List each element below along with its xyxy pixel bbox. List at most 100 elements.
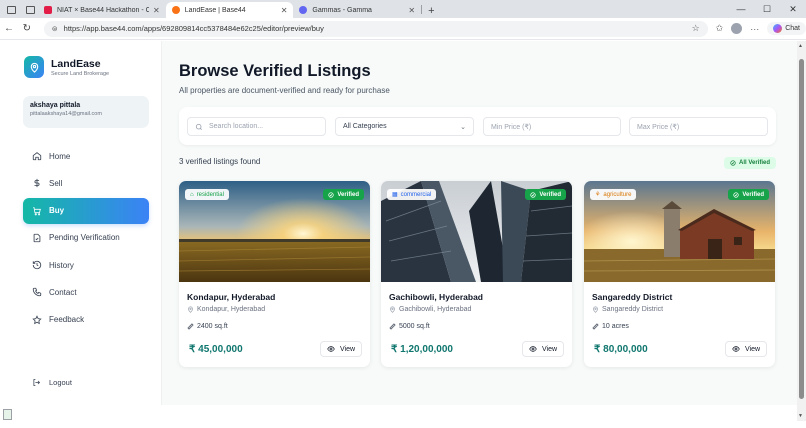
broken-image-icon [3, 409, 12, 420]
vertical-tabs-icon[interactable] [22, 2, 38, 18]
tab-favicon-icon [299, 6, 308, 14]
user-email: pittalaakshaya14@gmail.com [30, 111, 102, 117]
listing-card[interactable]: ⚘ agriculture Verified Sangareddy Distri… [584, 181, 775, 367]
view-button[interactable]: View [725, 341, 767, 357]
ruler-icon [187, 323, 194, 330]
listing-area-text: 2400 sq.ft [197, 323, 228, 330]
listing-location: Kondapur, Hyderabad [187, 306, 265, 313]
map-pin-logo-icon [24, 56, 44, 78]
bottom-strip [0, 405, 797, 428]
tab-close-icon[interactable]: ✕ [153, 6, 160, 15]
view-button[interactable]: View [522, 341, 564, 357]
listing-location-text: Sangareddy District [602, 306, 664, 313]
listing-count: 3 verified listings found [179, 157, 261, 166]
view-button[interactable]: View [320, 341, 362, 357]
tab-favicon-icon [171, 6, 180, 14]
tab-close-icon[interactable]: ✕ [281, 6, 288, 15]
category-select[interactable]: All Categories ⌄ [335, 117, 474, 136]
verified-badge: Verified [525, 189, 566, 200]
ruler-icon [592, 323, 599, 330]
tab-close-icon[interactable]: ✕ [408, 6, 415, 15]
listing-image: ⚘ agriculture Verified [584, 181, 775, 282]
listing-card[interactable]: ⌂ residential Verified Kondapur, Hyderab… [179, 181, 370, 367]
tab-favicon-icon [44, 6, 52, 14]
sidebar-item-label: Feedback [49, 315, 85, 325]
sprout-icon: ⚘ [595, 192, 601, 198]
browser-tab-landease[interactable]: LandEase | Base44 ✕ [165, 2, 294, 18]
category-value: All Categories [343, 123, 387, 130]
app-root: LandEase Secure Land Brokerage akshaya p… [0, 41, 797, 405]
copilot-chat-button[interactable]: Chat [767, 22, 806, 35]
site-info-icon[interactable]: ⊜ [52, 25, 58, 33]
chevron-down-icon: ⌄ [460, 123, 466, 131]
dollar-icon [32, 178, 42, 188]
brand[interactable]: LandEase Secure Land Brokerage [24, 56, 109, 78]
tab-actions-icon[interactable] [3, 2, 19, 18]
sidebar-item-contact[interactable]: Contact [23, 279, 149, 305]
minimize-icon[interactable]: — [728, 0, 754, 18]
sidebar-item-sell[interactable]: Sell [23, 170, 149, 196]
map-pin-icon [593, 306, 598, 313]
logout-button[interactable]: Logout [32, 378, 72, 387]
sidebar-item-history[interactable]: History [23, 252, 149, 278]
sidebar-item-feedback[interactable]: Feedback [23, 307, 149, 333]
scroll-up-icon[interactable]: ▲ [798, 43, 803, 49]
property-type-badge: ▦ commercial [387, 189, 437, 200]
sidebar-item-home[interactable]: Home [23, 143, 149, 169]
home-icon [32, 151, 42, 161]
check-circle-icon [733, 191, 739, 198]
listing-area: 2400 sq.ft [187, 323, 228, 330]
back-icon[interactable]: ← [0, 23, 18, 34]
bookmark-star-icon[interactable]: ☆ [692, 23, 700, 34]
listing-location: Sangareddy District [592, 306, 663, 313]
listing-card[interactable]: ▦ commercial Verified Gachibowli, Hydera… [381, 181, 572, 367]
listing-price: ₹ 1,20,00,000 [391, 344, 453, 355]
scrollbar-thumb[interactable] [799, 59, 804, 399]
copilot-icon [773, 24, 783, 33]
more-menu-icon[interactable]: ··· [750, 24, 759, 34]
phone-icon [32, 287, 42, 297]
max-price-placeholder: Max Price (₹) [637, 123, 680, 131]
logout-icon [33, 379, 41, 386]
scroll-down-icon[interactable]: ▼ [798, 413, 803, 419]
view-label: View [744, 345, 761, 353]
home-icon: ⌂ [190, 191, 194, 198]
maximize-icon[interactable]: ☐ [754, 0, 780, 18]
brand-name: LandEase [51, 57, 101, 70]
sidebar-item-label: Buy [49, 206, 65, 216]
eye-icon [529, 346, 537, 352]
close-window-icon[interactable]: ✕ [780, 0, 806, 18]
page-subtitle: All properties are document-verified and… [179, 86, 390, 95]
browser-tab-gamma[interactable]: Gammas - Gamma ✕ [293, 2, 421, 18]
sidebar-item-label: History [49, 260, 74, 270]
search-placeholder: Search location... [209, 123, 264, 130]
browser-toolbar: ✩ ··· Chat [716, 22, 806, 35]
search-input[interactable]: Search location... [187, 117, 326, 136]
max-price-input[interactable]: Max Price (₹) [629, 117, 768, 136]
new-tab-icon[interactable]: + [428, 5, 434, 17]
chat-label: Chat [785, 25, 801, 32]
favorites-icon[interactable]: ✩ [716, 23, 724, 34]
sidebar-item-pending-verification[interactable]: Pending Verification [23, 225, 149, 251]
window-controls: — ☐ ✕ [728, 0, 806, 18]
profile-avatar-icon[interactable] [731, 23, 743, 34]
url-field[interactable]: ⊜ https://app.base44.com/apps/692809814c… [43, 20, 708, 37]
reload-icon[interactable]: ↻ [18, 23, 36, 34]
min-price-input[interactable]: Min Price (₹) [483, 117, 621, 136]
eye-icon [732, 346, 740, 352]
tab-label: Gammas - Gamma [312, 6, 372, 14]
tab-divider [421, 5, 423, 14]
listing-location-text: Kondapur, Hyderabad [197, 306, 266, 313]
search-icon [195, 123, 202, 130]
logout-label: Logout [49, 378, 72, 387]
listing-area: 5000 sq.ft [389, 323, 430, 330]
sidebar-item-label: Home [49, 151, 71, 161]
listing-price: ₹ 45,00,000 [189, 344, 243, 355]
listing-area-text: 5000 sq.ft [399, 323, 430, 330]
property-type-badge: ⌂ residential [185, 189, 229, 200]
all-verified-badge: All Verified [724, 157, 777, 169]
user-card: akshaya pittala pittalaakshaya14@gmail.c… [23, 96, 149, 128]
browser-tab-niat[interactable]: NIAT × Base44 Hackathon - C ✕ [38, 2, 166, 18]
page-scrollbar[interactable]: ▲ ▼ [797, 41, 806, 421]
sidebar-item-buy[interactable]: Buy [23, 197, 149, 224]
